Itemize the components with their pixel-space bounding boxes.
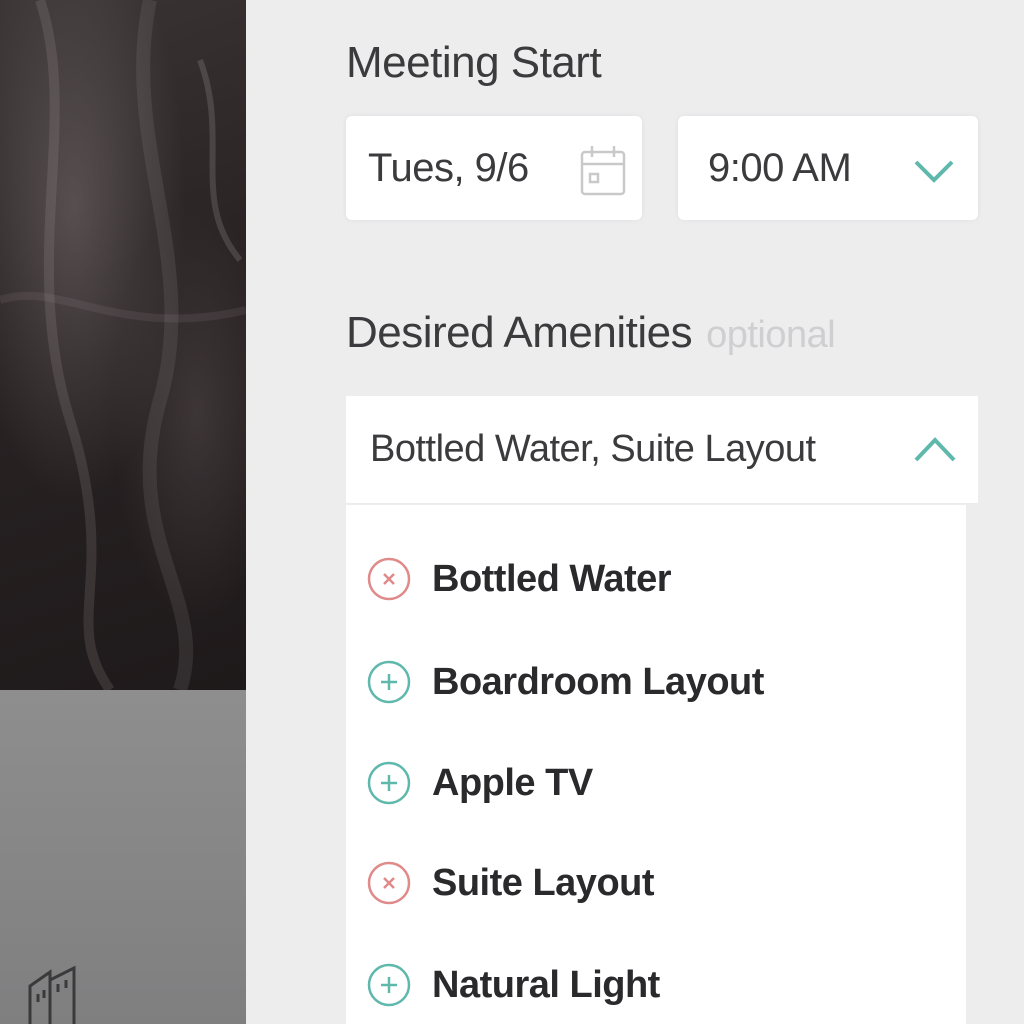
amenities-selected-value: Bottled Water, Suite Layout [370, 428, 816, 470]
option-suite-layout[interactable]: Suite Layout [346, 833, 966, 933]
room-photo [0, 0, 246, 690]
amenities-label: Desired Amenities [346, 308, 693, 357]
date-field[interactable]: Tues, 9/6 [346, 116, 642, 220]
option-bottled-water[interactable]: Bottled Water [346, 529, 966, 629]
option-apple-tv[interactable]: Apple TV [346, 733, 966, 833]
meeting-start-label: Meeting Start [346, 38, 602, 87]
add-icon[interactable] [366, 760, 412, 806]
optional-label: optional [706, 314, 836, 356]
option-boardroom-layout[interactable]: Boardroom Layout [346, 632, 966, 732]
calendar-icon[interactable] [578, 144, 628, 198]
remove-icon[interactable] [366, 860, 412, 906]
booking-screen: Meeting Start Tues, 9/6 9:00 AM Desired … [0, 0, 1024, 1024]
option-label: Natural Light [432, 963, 660, 1006]
option-label: Boardroom Layout [432, 660, 764, 703]
add-icon[interactable] [366, 962, 412, 1008]
photo-texture [0, 0, 246, 690]
option-label: Bottled Water [432, 557, 672, 600]
building-icon [28, 965, 76, 1024]
amenities-dropdown-list: Bottled Water Boardroom Layout Apple TV [346, 505, 966, 1024]
amenities-label-row: Desired Amenities optional [346, 308, 836, 358]
date-value: Tues, 9/6 [368, 145, 529, 190]
remove-icon[interactable] [366, 556, 412, 602]
time-value: 9:00 AM [708, 145, 852, 190]
amenities-select[interactable]: Bottled Water, Suite Layout [346, 396, 978, 504]
time-select[interactable]: 9:00 AM [678, 116, 978, 220]
chevron-down-icon[interactable] [912, 156, 956, 186]
booking-form: Meeting Start Tues, 9/6 9:00 AM Desired … [246, 0, 1024, 1024]
option-natural-light[interactable]: Natural Light [346, 935, 966, 1024]
add-icon[interactable] [366, 659, 412, 705]
option-label: Apple TV [432, 761, 593, 804]
option-label: Suite Layout [432, 861, 655, 904]
chevron-up-icon[interactable] [912, 434, 958, 464]
